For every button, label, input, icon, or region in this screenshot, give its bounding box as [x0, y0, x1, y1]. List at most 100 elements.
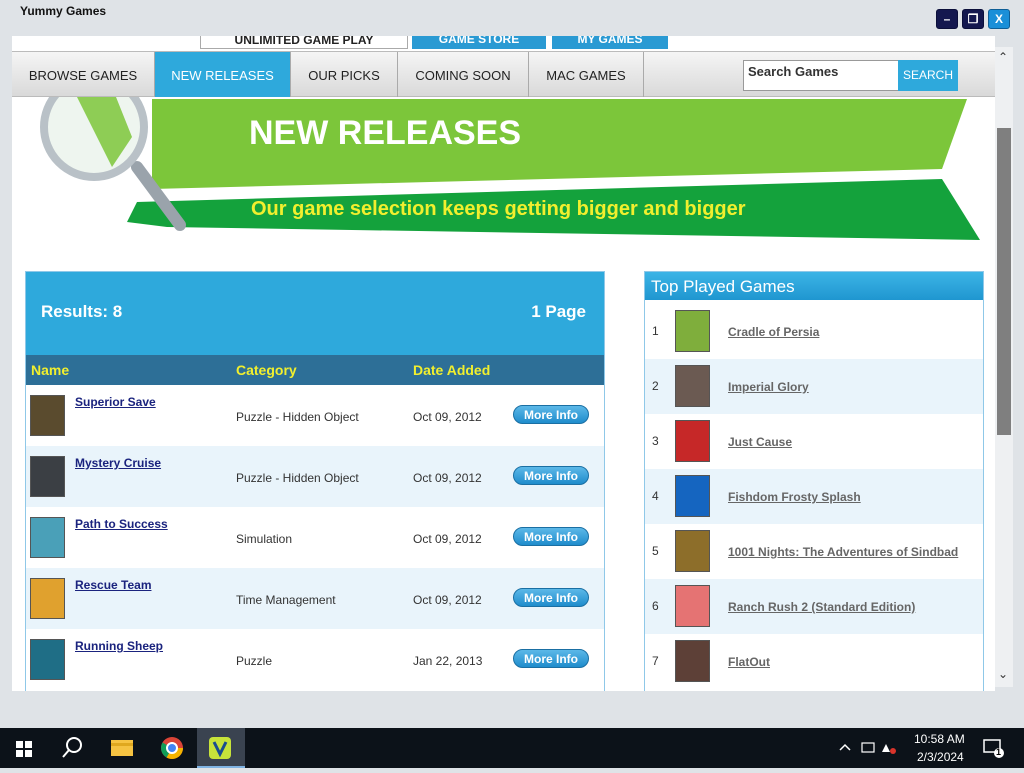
nav-our-picks[interactable]: OUR PICKS — [291, 52, 398, 97]
game-title-link[interactable]: Rescue Team — [75, 578, 151, 592]
banner-subtitle: Our game selection keeps getting bigger … — [251, 198, 746, 220]
game-category: Time Management — [236, 593, 336, 607]
more-info-button[interactable]: More Info — [513, 649, 589, 668]
scroll-up-icon[interactable]: ⌃ — [998, 50, 1008, 64]
clock-time[interactable]: 10:58 AM — [914, 732, 965, 746]
column-name[interactable]: Name — [31, 362, 69, 378]
yummy-games-taskbar-button[interactable] — [197, 728, 245, 768]
search-icon — [62, 737, 82, 758]
nav-coming-soon[interactable]: COMING SOON — [398, 52, 529, 97]
game-thumbnail[interactable] — [675, 420, 710, 462]
game-title-link[interactable]: Running Sheep — [75, 639, 163, 653]
top-played-header: Top Played Games — [645, 272, 983, 300]
search-taskbar-button[interactable] — [48, 728, 96, 768]
top-played-item: 7 FlatOut — [645, 634, 983, 689]
game-thumbnail[interactable] — [30, 456, 65, 497]
search-input[interactable]: Search Games — [743, 60, 899, 91]
nav-mac-games[interactable]: MAC GAMES — [529, 52, 644, 97]
rank-number: 5 — [652, 544, 659, 558]
tab-game-store[interactable]: GAME STORE — [412, 36, 546, 49]
windows-icon — [16, 741, 32, 757]
top-played-item: 1 Cradle of Persia — [645, 304, 983, 359]
game-date-added: Oct 09, 2012 — [413, 471, 482, 485]
tab-unlimited-game-play[interactable]: UNLIMITED GAME PLAY — [200, 36, 408, 49]
app-title: Yummy Games — [20, 4, 107, 18]
game-title-link[interactable]: Just Cause — [728, 435, 792, 449]
column-date-added[interactable]: Date Added — [413, 362, 490, 378]
nav-bar: BROWSE GAMES NEW RELEASES OUR PICKS COMI… — [12, 51, 995, 97]
results-header: Results: 8 1 Page — [26, 272, 604, 355]
game-category: Puzzle - Hidden Object — [236, 471, 359, 485]
game-title-link[interactable]: Mystery Cruise — [75, 456, 161, 470]
top-played-item: 3 Just Cause — [645, 414, 983, 469]
game-title-link[interactable]: Cradle of Persia — [728, 325, 819, 339]
game-thumbnail[interactable] — [675, 310, 710, 352]
result-row: Running Sheep Puzzle Jan 22, 2013 More Info — [26, 629, 604, 690]
search-button[interactable]: SEARCH — [898, 60, 958, 91]
top-played-item: 5 1001 Nights: The Adventures of Sindbad — [645, 524, 983, 579]
game-date-added: Jan 22, 2013 — [413, 654, 483, 668]
scroll-down-icon[interactable]: ⌄ — [998, 667, 1008, 681]
rank-number: 6 — [652, 599, 659, 613]
game-thumbnail[interactable] — [675, 640, 710, 682]
rank-number: 4 — [652, 489, 659, 503]
taskbar: 10:58 AM 2/3/2024 1 — [0, 728, 1024, 768]
nav-browse-games[interactable]: BROWSE GAMES — [12, 52, 155, 97]
clock-date[interactable]: 2/3/2024 — [917, 750, 964, 764]
game-thumbnail[interactable] — [675, 585, 710, 627]
game-category: Puzzle — [236, 654, 273, 668]
game-category: Puzzle - Hidden Object — [236, 410, 359, 424]
game-title-link[interactable]: Path to Success — [75, 517, 168, 531]
results-column-header: Name Category Date Added — [26, 355, 604, 385]
more-info-button[interactable]: More Info — [513, 466, 589, 485]
maximize-button[interactable]: ❐ — [962, 9, 984, 29]
result-row: Mystery Cruise Puzzle - Hidden Object Oct … — [26, 446, 604, 507]
game-date-added: Oct 09, 2012 — [413, 532, 482, 546]
new-releases-banner: NEW RELEASES Our game selection keeps ge… — [12, 73, 995, 247]
game-thumbnail[interactable] — [675, 530, 710, 572]
game-title-link[interactable]: 1001 Nights: The Adventures of Sindbad — [728, 545, 958, 559]
chrome-button[interactable] — [148, 728, 196, 768]
more-info-button[interactable]: More Info — [513, 588, 589, 607]
game-thumbnail[interactable] — [30, 395, 65, 436]
chrome-icon — [161, 737, 183, 759]
rank-number: 2 — [652, 379, 659, 393]
window-titlebar: Yummy Games – ❐ X — [0, 0, 1024, 36]
start-button[interactable] — [0, 728, 48, 768]
banner-title: NEW RELEASES — [249, 114, 522, 152]
game-title-link[interactable]: Superior Save — [75, 395, 156, 409]
file-explorer-button[interactable] — [98, 728, 146, 768]
game-thumbnail[interactable] — [30, 517, 65, 558]
rank-number: 7 — [652, 654, 659, 668]
result-row: Superior Save Puzzle - Hidden Object Oct 0… — [26, 385, 604, 446]
minimize-button[interactable]: – — [936, 9, 958, 29]
vertical-scrollbar[interactable]: ⌃ ⌄ — [995, 47, 1013, 687]
scroll-thumb[interactable] — [997, 128, 1011, 435]
game-title-link[interactable]: Imperial Glory — [728, 380, 809, 394]
notification-center-button[interactable]: 1 — [982, 738, 1004, 758]
top-played-title: Top Played Games — [651, 277, 795, 296]
rank-number: 3 — [652, 434, 659, 448]
column-category[interactable]: Category — [236, 362, 297, 378]
more-info-button[interactable]: More Info — [513, 405, 589, 424]
top-played-item: 4 Fishdom Frosty Splash — [645, 469, 983, 524]
system-tray-icons[interactable] — [838, 740, 898, 756]
close-button[interactable]: X — [988, 9, 1010, 29]
game-date-added: Oct 09, 2012 — [413, 593, 482, 607]
results-pages[interactable]: 1 Page — [531, 302, 586, 322]
top-played-item: 6 Ranch Rush 2 (Standard Edition) — [645, 579, 983, 634]
yummy-games-icon — [209, 737, 231, 759]
more-info-button[interactable]: More Info — [513, 527, 589, 546]
game-thumbnail[interactable] — [30, 639, 65, 680]
top-played-item: 2 Imperial Glory — [645, 359, 983, 414]
game-title-link[interactable]: FlatOut — [728, 655, 770, 669]
folder-icon — [111, 740, 133, 756]
tab-my-games[interactable]: MY GAMES — [552, 36, 668, 49]
game-title-link[interactable]: Fishdom Frosty Splash — [728, 490, 861, 504]
game-thumbnail[interactable] — [675, 475, 710, 517]
nav-new-releases[interactable]: NEW RELEASES — [155, 52, 291, 97]
rank-number: 1 — [652, 324, 659, 338]
game-thumbnail[interactable] — [30, 578, 65, 619]
game-thumbnail[interactable] — [675, 365, 710, 407]
game-title-link[interactable]: Ranch Rush 2 (Standard Edition) — [728, 600, 915, 614]
